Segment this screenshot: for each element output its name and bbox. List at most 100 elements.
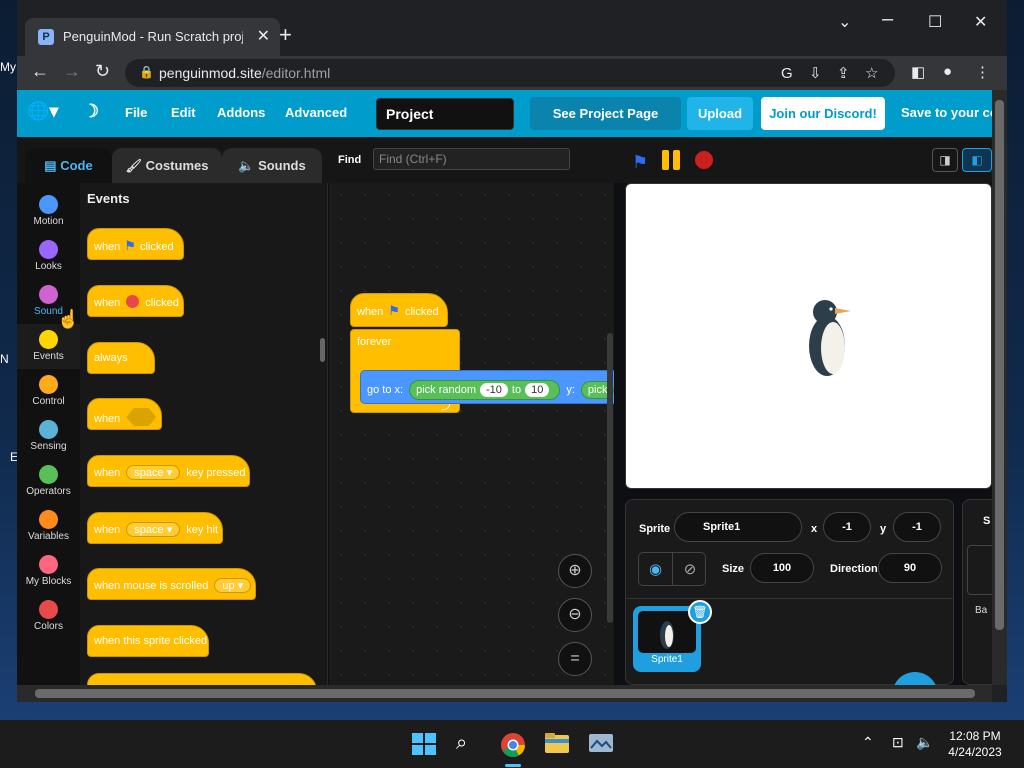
zoom-out-button[interactable]: ⊖	[558, 598, 592, 632]
category-label: Motion	[33, 216, 64, 227]
tab-costumes[interactable]: 🖌 Costumes	[112, 148, 222, 183]
key-dropdown[interactable]: space ▾	[126, 522, 181, 537]
show-hidden-icons[interactable]: ⌃	[862, 734, 874, 751]
menu-addons[interactable]: Addons	[217, 105, 265, 120]
script-workspace[interactable]: when ⚑ clicked forever ⤴ go to x: pick rando…	[329, 183, 614, 685]
bookmark-star-icon[interactable]: ☆	[865, 64, 878, 82]
backdrop-thumbnail[interactable]	[967, 545, 992, 595]
share-icon[interactable]: ⇪	[837, 64, 850, 82]
menu-edit[interactable]: Edit	[171, 105, 196, 120]
reload-button[interactable]: ↻	[95, 61, 110, 82]
restore-button[interactable]: ☐	[928, 12, 942, 32]
tab-close-icon[interactable]: ✕	[257, 26, 270, 46]
project-title-input[interactable]: Project	[376, 98, 514, 130]
small-stage-button[interactable]: ◨	[932, 148, 958, 172]
see-project-page-button[interactable]: See Project Page	[530, 97, 681, 130]
tab-search-icon[interactable]: ⌄	[838, 12, 851, 32]
key-dropdown[interactable]: space ▾	[126, 465, 181, 480]
category-operators[interactable]: Operators	[17, 459, 80, 504]
always-block[interactable]: always	[87, 342, 155, 374]
direction-dropdown[interactable]: up ▾	[214, 578, 252, 593]
when-stop-clicked-block[interactable]: when clicked	[87, 285, 184, 317]
category-motion[interactable]: Motion	[17, 189, 80, 234]
category-label: My Blocks	[25, 576, 72, 587]
page-horizontal-scrollbar[interactable]	[17, 685, 992, 702]
volume-icon[interactable]: 🔈	[916, 734, 933, 751]
when-condition-block[interactable]: when	[87, 398, 162, 430]
hide-eye-icon[interactable]: ⊘	[673, 553, 707, 585]
number-input[interactable]: -10	[480, 383, 508, 397]
start-windows-icon[interactable]	[411, 732, 437, 756]
menu-kebab-icon[interactable]: ⋮	[975, 63, 990, 81]
menu-advanced[interactable]: Advanced	[285, 105, 347, 120]
category-colors[interactable]: Colors	[17, 594, 80, 639]
file-explorer-icon[interactable]	[544, 732, 570, 756]
when-key-pressed-block[interactable]: when space ▾ key pressed	[87, 455, 250, 487]
forward-button[interactable]: →	[63, 61, 81, 82]
tab-sounds[interactable]: 🔈 Sounds	[222, 148, 322, 183]
download-icon[interactable]: ⇩	[809, 64, 822, 82]
when-sprite-clicked-block[interactable]: when this sprite clicked	[87, 625, 209, 657]
discord-button[interactable]: Join our Discord!	[761, 97, 885, 130]
y-input[interactable]: -1	[893, 512, 941, 542]
network-icon[interactable]: ⊡	[892, 734, 904, 751]
palette-scrollbar[interactable]	[320, 338, 325, 362]
category-looks[interactable]: Looks	[17, 234, 80, 279]
category-sensing[interactable]: Sensing	[17, 414, 80, 459]
penguin-sprite[interactable]	[807, 298, 853, 378]
search-icon[interactable]: ⌕	[456, 732, 482, 756]
category-events[interactable]: Events	[17, 324, 80, 369]
when-mouse-scrolled-block[interactable]: when mouse is scrolled up ▾	[87, 568, 256, 600]
side-panel-icon[interactable]: ◧	[911, 63, 925, 81]
number-input[interactable]: 10	[525, 383, 550, 397]
menu-file[interactable]: File	[125, 105, 147, 120]
new-tab-button[interactable]: +	[279, 24, 292, 46]
chrome-icon[interactable]	[500, 732, 526, 758]
zoom-reset-button[interactable]: =	[558, 642, 592, 676]
go-to-xy-block[interactable]: go to x: pick random -10 to 10 y: pick	[360, 370, 614, 404]
zoom-in-button[interactable]: ⊕	[558, 554, 592, 588]
language-globe-icon[interactable]: 🌐▾	[27, 101, 58, 122]
stop-button[interactable]	[695, 151, 713, 169]
delete-sprite-icon[interactable]: 🗑	[688, 600, 712, 624]
address-bar[interactable]: 🔒 penguinmod.site/editor.html G ⇩ ⇪ ☆	[125, 59, 895, 87]
category-my-blocks[interactable]: My Blocks	[17, 549, 80, 594]
google-icon[interactable]: G	[781, 65, 793, 82]
block-text: go to x:	[367, 384, 404, 396]
show-eye-icon[interactable]: ◉	[639, 553, 673, 585]
minimize-button[interactable]: –	[882, 8, 893, 31]
partial-block[interactable]	[87, 673, 317, 685]
size-input[interactable]: 100	[750, 553, 814, 583]
desktop-icon-label[interactable]: N	[0, 352, 9, 366]
close-window-button[interactable]: ✕	[974, 12, 987, 32]
boolean-slot[interactable]	[126, 408, 157, 426]
when-flag-clicked-block[interactable]: when ⚑ clicked	[87, 228, 184, 260]
sprite-thumbnail[interactable]: Sprite1 🗑	[633, 600, 712, 672]
green-flag-icon[interactable]: ⚑	[632, 152, 648, 173]
find-input[interactable]: Find (Ctrl+F)	[373, 148, 570, 170]
save-button[interactable]: Save to your co	[901, 105, 992, 120]
browser-tab[interactable]: P PenguinMod - Run Scratch proje ✕	[25, 18, 280, 56]
when-key-hit-block[interactable]: when space ▾ key hit	[87, 512, 223, 544]
profile-icon[interactable]: ●	[943, 63, 952, 80]
workspace-scrollbar[interactable]	[607, 333, 613, 623]
pause-button[interactable]	[662, 150, 682, 170]
theme-moon-icon[interactable]: ☽	[83, 101, 99, 122]
upload-button[interactable]: Upload	[687, 97, 753, 130]
tab-code[interactable]: ▤ Code	[25, 148, 112, 183]
x-input[interactable]: -1	[823, 512, 871, 542]
category-variables[interactable]: Variables	[17, 504, 80, 549]
category-control[interactable]: Control	[17, 369, 80, 414]
sprite-name-input[interactable]: Sprite1	[674, 512, 802, 542]
system-clock[interactable]: 12:08 PM 4/24/2023	[940, 728, 1010, 760]
back-button[interactable]: ←	[31, 61, 49, 82]
hat-block[interactable]: when ⚑ clicked	[350, 293, 448, 327]
page-vertical-scrollbar[interactable]	[992, 90, 1007, 685]
photos-app-icon[interactable]	[588, 732, 614, 756]
category-dot-icon	[39, 375, 58, 394]
desktop-icon-label[interactable]: My	[0, 60, 16, 74]
normal-stage-button[interactable]: ◧	[962, 148, 992, 172]
stage-canvas[interactable]	[625, 183, 992, 489]
direction-input[interactable]: 90	[878, 553, 942, 583]
pick-random-block[interactable]: pick random -10 to 10	[409, 380, 561, 400]
